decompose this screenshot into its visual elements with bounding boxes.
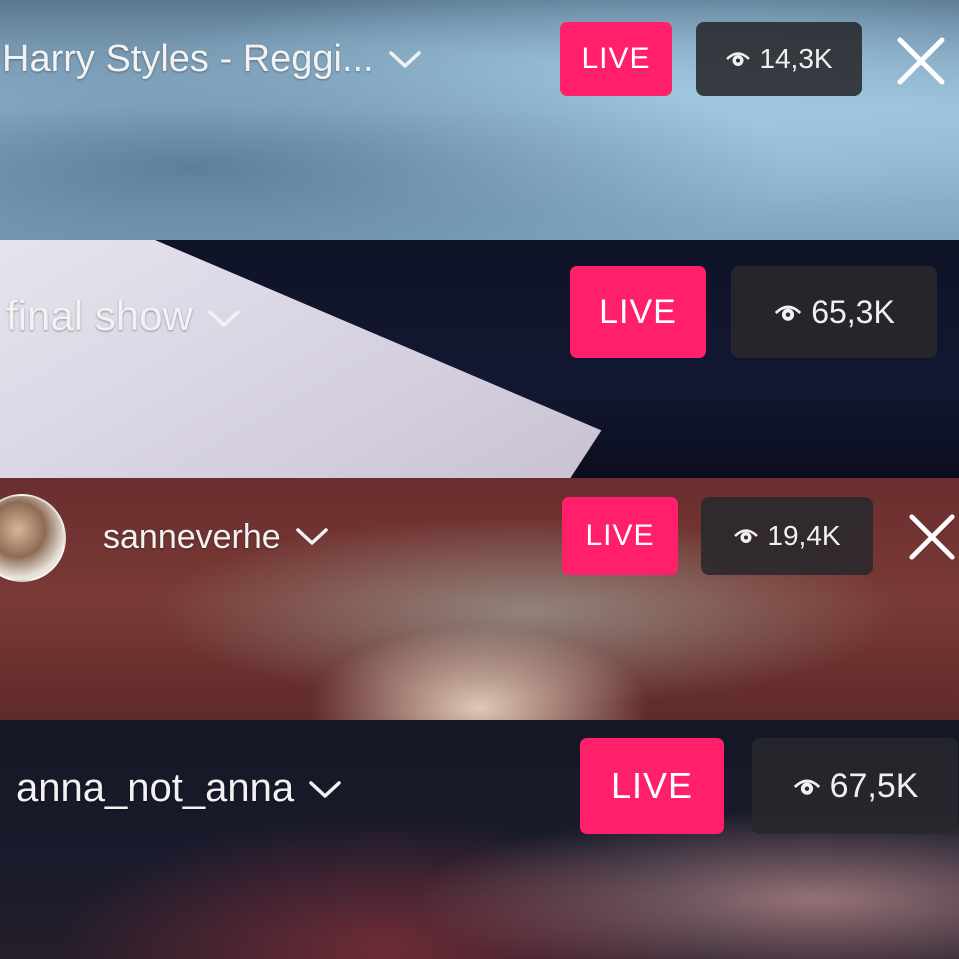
live-badge: LIVE	[570, 266, 706, 358]
chevron-down-icon[interactable]	[207, 292, 241, 340]
close-icon[interactable]	[895, 35, 947, 87]
viewer-count: 65,3K	[731, 266, 937, 358]
chevron-down-icon[interactable]	[308, 766, 342, 811]
viewer-count: 67,5K	[752, 738, 958, 834]
viewer-count-text: 14,3K	[759, 43, 833, 74]
stream-title[interactable]: anna_not_anna	[16, 766, 342, 811]
close-icon[interactable]	[907, 512, 957, 562]
stream-title-text: Harry Styles - Reggi...	[2, 38, 374, 80]
live-stream-panel-2[interactable]: final show LIVE 65,3K	[0, 240, 959, 478]
viewer-count-text: 19,4K	[767, 520, 841, 551]
stream-title-text: sanneverhe	[103, 518, 281, 556]
live-badge: LIVE	[562, 497, 678, 575]
eye-icon	[733, 520, 759, 552]
stream-title[interactable]: final show	[6, 292, 241, 340]
live-stream-panel-4[interactable]: anna_not_anna LIVE 67,5K	[0, 720, 959, 959]
stream-title-text: final show	[6, 292, 193, 339]
chevron-down-icon[interactable]	[388, 38, 422, 81]
live-badge: LIVE	[560, 22, 672, 96]
stream-title-text: anna_not_anna	[16, 766, 295, 810]
eye-icon	[773, 294, 803, 331]
stream-title[interactable]: Harry Styles - Reggi...	[2, 38, 422, 81]
live-stream-panel-3[interactable]: sanneverhe LIVE 19,4K	[0, 478, 959, 720]
viewer-count-text: 65,3K	[811, 293, 895, 330]
chevron-down-icon[interactable]	[295, 518, 329, 557]
viewer-count: 14,3K	[696, 22, 862, 96]
live-badge: LIVE	[580, 738, 724, 834]
viewer-count: 19,4K	[701, 497, 873, 575]
stream-title[interactable]: sanneverhe	[103, 518, 329, 557]
eye-icon	[792, 767, 822, 806]
eye-icon	[725, 43, 751, 75]
viewer-count-text: 67,5K	[829, 766, 919, 805]
live-stream-panel-1[interactable]: Harry Styles - Reggi... LIVE 14,3K	[0, 0, 959, 240]
